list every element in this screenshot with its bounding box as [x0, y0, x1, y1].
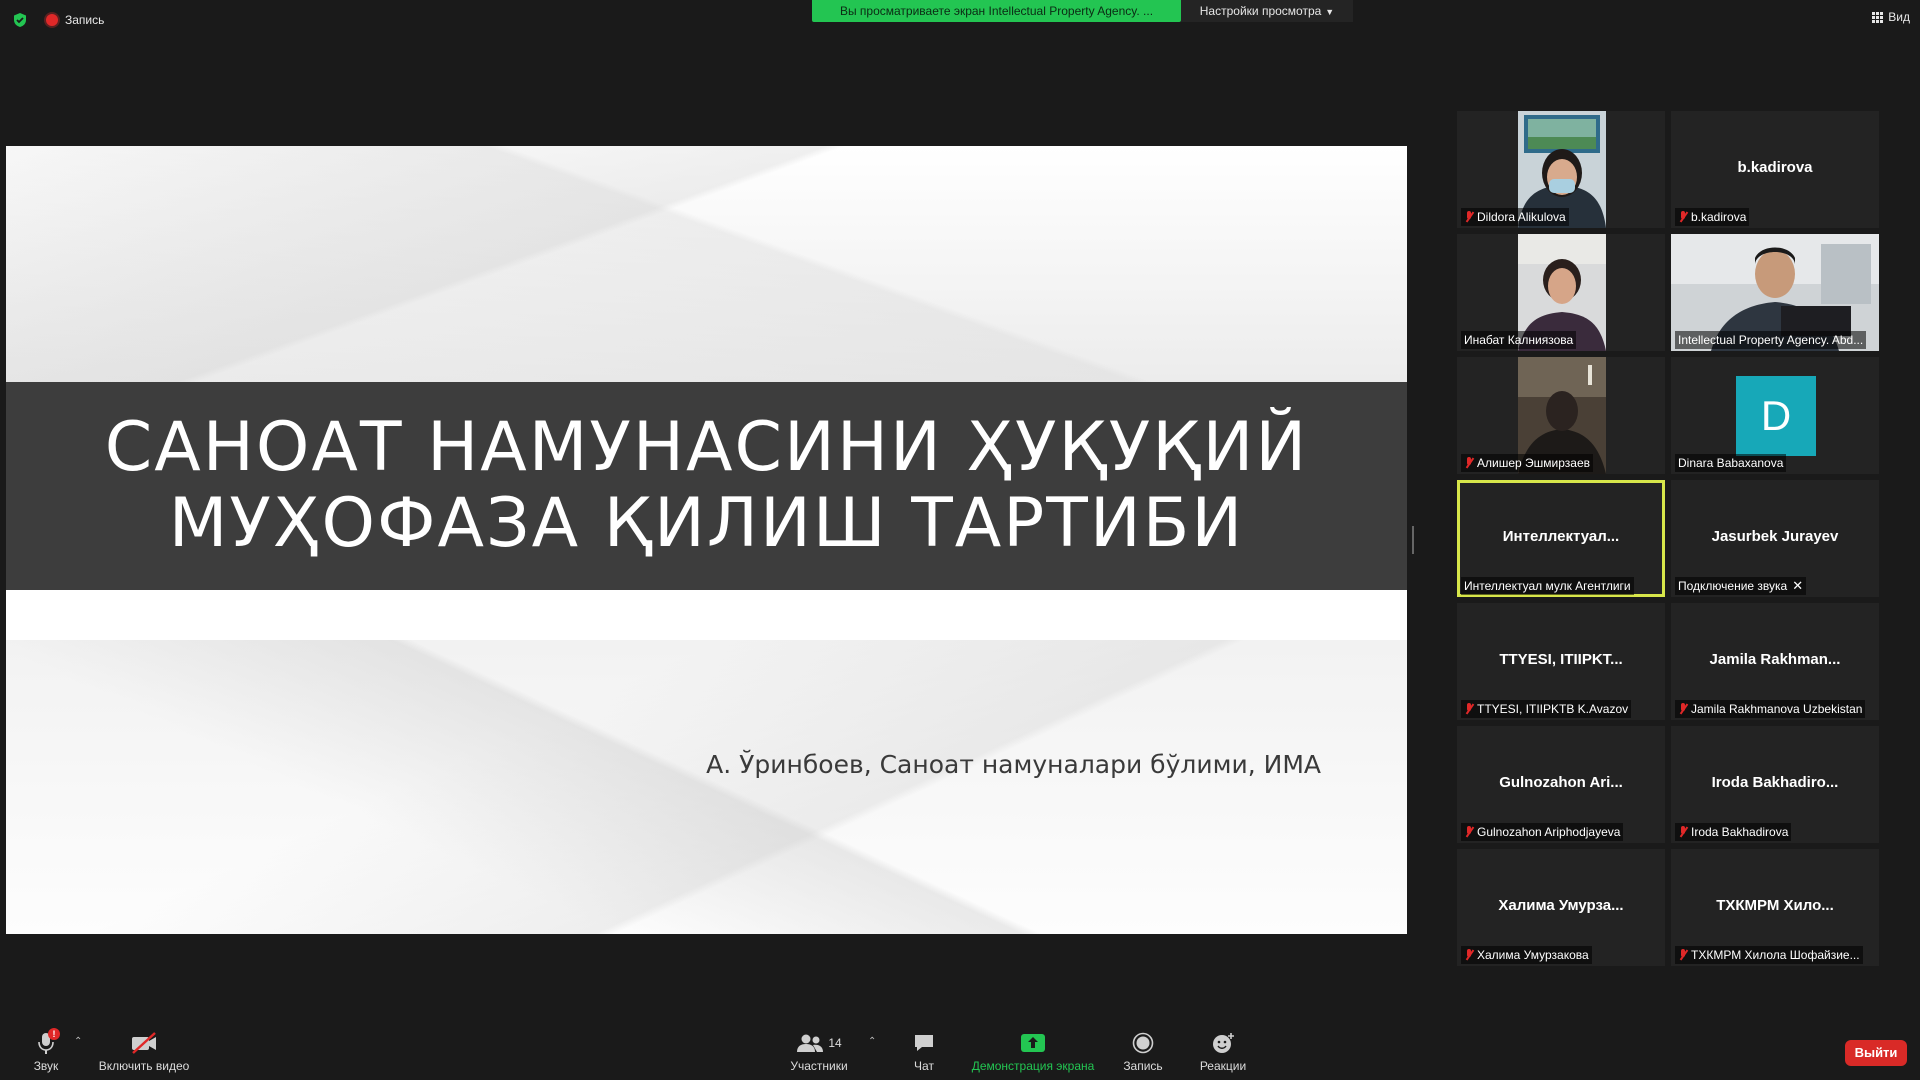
- mic-muted-icon: [1464, 211, 1474, 223]
- reactions-label: Реакции: [1199, 1059, 1247, 1073]
- grid-icon: [1872, 11, 1884, 23]
- participant-tile[interactable]: Халима Умурза... Халима Умурзакова: [1457, 849, 1665, 966]
- participant-display-name: Gulnozahon Ari...: [1499, 774, 1623, 791]
- video-off-icon: [132, 1032, 156, 1054]
- participant-tile[interactable]: Dildora Alikulova: [1457, 111, 1665, 228]
- audio-warning-badge: !: [48, 1028, 60, 1040]
- participant-name-label: TTYESI, ITIIPKTB K.Avazov: [1461, 700, 1632, 718]
- participant-display-name: Интеллектуал...: [1502, 528, 1620, 545]
- participant-tile[interactable]: Iroda Bakhadiro... Iroda Bakhadirova: [1671, 726, 1879, 843]
- participant-name-label: Gulnozahon Ariphodjayeva: [1461, 823, 1624, 841]
- mic-muted-icon: [1678, 826, 1688, 838]
- shared-screen: САНОАТ НАМУНАСИНИ ҲУҚУҚИЙ МУҲОФАЗА ҚИЛИШ…: [6, 146, 1407, 934]
- slide-divider-strip: [6, 590, 1407, 640]
- mic-muted-icon: [1678, 211, 1688, 223]
- participants-label: Участники: [790, 1059, 848, 1073]
- participant-name-label: Dinara Babaxanova: [1675, 454, 1787, 472]
- record-dot-icon: [46, 14, 58, 26]
- participant-name-label: Алишер Эшмирзаев: [1461, 454, 1593, 472]
- meeting-toolbar: ! Звук ⌃ Включить видео 14 Участники ⌃ Ч…: [0, 1022, 1920, 1080]
- participant-name-label: Подключение звука ✕: [1675, 577, 1807, 595]
- participant-tile[interactable]: TTYESI, ITIIPKT... TTYESI, ITIIPKTB K.Av…: [1457, 603, 1665, 720]
- close-icon[interactable]: ✕: [1792, 577, 1803, 595]
- participant-display-name: Iroda Bakhadiro...: [1711, 774, 1839, 791]
- slide-title-line-2: МУҲОФАЗА ҚИЛИШ ТАРТИБИ: [168, 484, 1245, 563]
- mic-muted-icon: [1464, 826, 1474, 838]
- reaction-smiley-icon: [1213, 1033, 1234, 1053]
- screen-share-banner: Вы просматриваете экран Intellectual Pro…: [812, 0, 1181, 22]
- slide-title-line-1: САНОАТ НАМУНАСИНИ ҲУҚУҚИЙ: [104, 408, 1309, 487]
- participant-display-name: Jasurbek Jurayev: [1711, 528, 1839, 545]
- participant-name-label: Халима Умурзакова: [1461, 946, 1592, 964]
- participant-display-name: Jamila Rakhman...: [1709, 651, 1841, 668]
- participants-count: 14: [828, 1036, 842, 1050]
- record-icon: [1132, 1032, 1154, 1054]
- mic-muted-icon: [1464, 703, 1474, 715]
- leave-button[interactable]: Выйти: [1845, 1040, 1907, 1066]
- participant-name-label: Инабат Калниязова: [1461, 331, 1577, 349]
- mic-muted-icon: [1678, 949, 1688, 961]
- chat-icon: [915, 1035, 933, 1051]
- view-options-menu[interactable]: Настройки просмотра ▼: [1181, 0, 1353, 22]
- participant-name-label: ТХКМРМ Хилола Шофайзие...: [1675, 946, 1863, 964]
- participant-name-label: Iroda Bakhadirova: [1675, 823, 1792, 841]
- slide-author: А. Ўринбоев, Саноат намуналари бўлими, И…: [706, 750, 1321, 779]
- recording-label: Запись: [65, 13, 105, 27]
- chevron-down-icon: ▼: [1325, 7, 1335, 17]
- participant-tile[interactable]: D Dinara Babaxanova: [1671, 357, 1879, 474]
- audio-label: Звук: [33, 1059, 59, 1073]
- top-bar: Запись Вы просматриваете экран Intellect…: [0, 0, 1920, 40]
- reactions-button[interactable]: Реакции: [1194, 1030, 1252, 1073]
- slide-bottom-pattern: [6, 640, 1407, 934]
- video-label: Включить видео: [98, 1059, 190, 1073]
- participant-tile[interactable]: Инабат Калниязова: [1457, 234, 1665, 351]
- audio-button[interactable]: ! Звук: [26, 1028, 66, 1073]
- mic-muted-icon: [1464, 949, 1474, 961]
- participant-name-label: b.kadirova: [1675, 208, 1750, 226]
- participant-avatar: D: [1736, 376, 1816, 456]
- chat-label: Чат: [914, 1059, 934, 1073]
- participant-tile[interactable]: Gulnozahon Ari... Gulnozahon Ariphodjaye…: [1457, 726, 1665, 843]
- start-video-button[interactable]: Включить видео: [96, 1030, 192, 1073]
- participants-options-caret-icon[interactable]: ⌃: [868, 1036, 876, 1047]
- participant-tile-active-speaker[interactable]: Интеллектуал... Интеллектуал мулк Агентл…: [1457, 480, 1665, 597]
- participant-tile[interactable]: Jasurbek Jurayev Подключение звука ✕: [1671, 480, 1879, 597]
- record-label: Запись: [1123, 1059, 1163, 1073]
- participant-name-label: Intellectual Property Agency. Abd...: [1675, 331, 1867, 349]
- recording-indicator[interactable]: Запись: [46, 12, 104, 28]
- mic-muted-icon: [1464, 457, 1474, 469]
- view-button-label: Вид: [1888, 10, 1910, 24]
- slide-top-pattern: [6, 146, 1407, 382]
- participant-name-label: Jamila Rakhmanova Uzbekistan: [1675, 700, 1866, 718]
- share-screen-button[interactable]: Демонстрация экрана: [966, 1030, 1100, 1073]
- mic-muted-icon: [1678, 703, 1688, 715]
- participant-display-name: b.kadirova: [1737, 159, 1813, 176]
- participants-button[interactable]: 14 Участники: [786, 1030, 852, 1073]
- record-button[interactable]: Запись: [1118, 1030, 1168, 1073]
- shield-icon[interactable]: [12, 12, 28, 28]
- participant-display-name: ТХКМРМ Хило...: [1716, 897, 1834, 914]
- participant-name-label: Dildora Alikulova: [1461, 208, 1569, 226]
- chat-button[interactable]: Чат: [904, 1030, 944, 1073]
- participant-name-label: Интеллектуал мулк Агентлиги: [1461, 577, 1634, 595]
- participants-icon: [797, 1034, 824, 1052]
- view-options-label: Настройки просмотра: [1199, 4, 1322, 18]
- participant-display-name: Халима Умурза...: [1498, 897, 1624, 914]
- participant-display-name: TTYESI, ITIIPKT...: [1499, 651, 1623, 668]
- panel-splitter-handle[interactable]: [1412, 526, 1414, 554]
- view-button[interactable]: Вид: [1872, 10, 1910, 24]
- participant-tile[interactable]: ТХКМРМ Хило... ТХКМРМ Хилола Шофайзие...: [1671, 849, 1879, 966]
- audio-options-caret-icon[interactable]: ⌃: [74, 1036, 82, 1047]
- slide-title-band: САНОАТ НАМУНАСИНИ ҲУҚУҚИЙ МУҲОФАЗА ҚИЛИШ…: [6, 382, 1407, 590]
- share-screen-icon: [1021, 1034, 1045, 1052]
- participant-tile[interactable]: b.kadirova b.kadirova: [1671, 111, 1879, 228]
- participant-tile[interactable]: Алишер Эшмирзаев: [1457, 357, 1665, 474]
- participant-tile[interactable]: Intellectual Property Agency. Abd...: [1671, 234, 1879, 351]
- participant-tile[interactable]: Jamila Rakhman... Jamila Rakhmanova Uzbe…: [1671, 603, 1879, 720]
- share-screen-label: Демонстрация экрана: [971, 1059, 1095, 1073]
